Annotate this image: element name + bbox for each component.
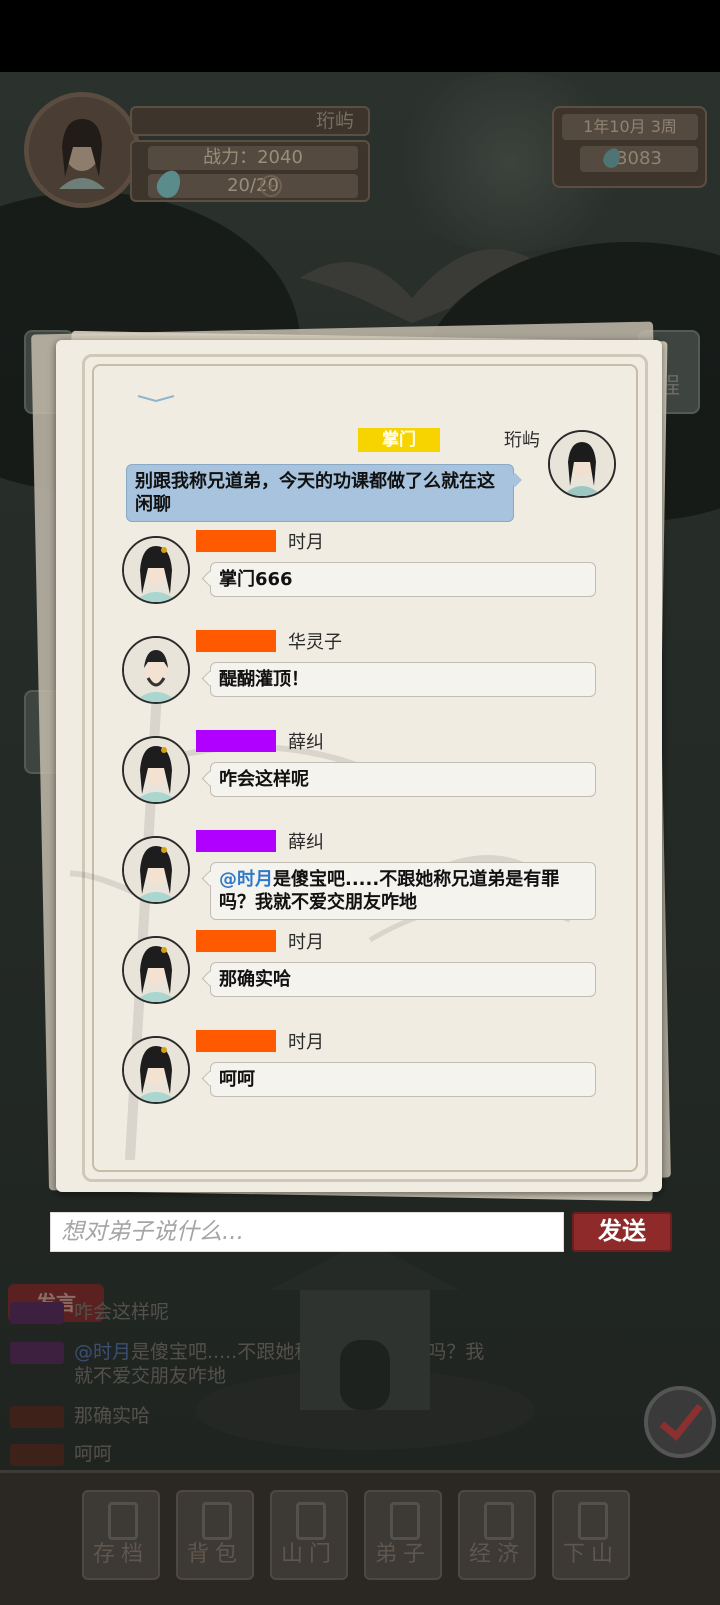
confirm-check-button[interactable] <box>644 1386 716 1458</box>
message-text: 那确实哈 <box>219 969 291 990</box>
sender-name: 薛纠 <box>288 732 324 753</box>
sender-avatar[interactable] <box>122 536 190 604</box>
chat-input[interactable] <box>50 1212 564 1252</box>
nav-disciples-button[interactable]: 弟子 <box>364 1490 442 1580</box>
gate-icon <box>296 1502 326 1540</box>
message-bubble: @时月是傻宝吧.....不跟她称兄道弟是有罪吗？我就不爱交朋友咋地 <box>210 862 596 920</box>
nav-gate-button[interactable]: 山门 <box>270 1490 348 1580</box>
sender-rank-tag <box>196 1030 276 1052</box>
currency-value: 3083 <box>580 146 698 172</box>
message-bubble: 那确实哈 <box>210 962 596 997</box>
nav-descend-button[interactable]: 下山 <box>552 1490 630 1580</box>
sender-rank-tag <box>196 830 276 852</box>
nav-label: 背包 <box>186 1542 243 1567</box>
sender-name: 时月 <box>288 532 324 553</box>
sender-name: 时月 <box>288 932 324 953</box>
status-bar <box>0 0 720 72</box>
save-icon <box>108 1502 138 1540</box>
sender-name: 时月 <box>288 1032 324 1053</box>
power-value: 战力：2040 <box>148 146 358 170</box>
message-bubble: 醍醐灌顶！ <box>210 662 596 697</box>
sender-rank-tag <box>196 630 276 652</box>
master-rank-badge: 掌门 <box>358 428 440 452</box>
sender-rank-tag <box>196 530 276 552</box>
sender-name: 珩屿 <box>504 430 540 451</box>
nav-label: 经济 <box>468 1542 525 1567</box>
message-text: 醍醐灌顶！ <box>219 669 309 690</box>
message-text: 咋会这样呢 <box>219 769 309 790</box>
disciple-icon <box>390 1502 420 1540</box>
sender-avatar[interactable] <box>122 836 190 904</box>
player-name: 珩屿 <box>130 106 370 136</box>
temple-gate-icon <box>195 1240 535 1450</box>
sender-rank-tag <box>196 930 276 952</box>
message-text: 呵呵 <box>219 1069 255 1090</box>
nav-label: 弟子 <box>374 1542 431 1567</box>
message-bubble: 咋会这样呢 <box>210 762 596 797</box>
self-message-bubble: 别跟我称兄道弟，今天的功课都做了么就在这闲聊 <box>126 464 514 522</box>
sender-name: 华灵子 <box>288 632 342 653</box>
send-button[interactable]: 发送 <box>572 1212 672 1252</box>
eagle-emblem-icon <box>300 249 530 323</box>
self-avatar[interactable] <box>548 430 616 498</box>
game-date: 1年10月 3周 <box>562 114 698 140</box>
player-avatar[interactable] <box>24 92 140 208</box>
nav-label: 下山 <box>562 1542 619 1567</box>
scroll-indicator-icon <box>137 395 175 402</box>
sender-avatar[interactable] <box>122 736 190 804</box>
add-stamina-icon[interactable]: + <box>260 175 282 197</box>
message-bubble: 掌门666 <box>210 562 596 597</box>
sender-avatar[interactable] <box>122 1036 190 1104</box>
nav-save-button[interactable]: 存档 <box>82 1490 160 1580</box>
nav-label: 存档 <box>92 1542 149 1567</box>
economy-icon <box>484 1502 514 1540</box>
nav-label: 山门 <box>280 1542 337 1567</box>
sender-avatar[interactable] <box>122 636 190 704</box>
message-bubble: 呵呵 <box>210 1062 596 1097</box>
mountain-icon <box>578 1502 608 1540</box>
nav-bag-button[interactable]: 背包 <box>176 1490 254 1580</box>
bag-icon <box>202 1502 232 1540</box>
sender-avatar[interactable] <box>122 936 190 1004</box>
mention-link[interactable]: @时月 <box>219 869 273 890</box>
sender-rank-tag <box>196 730 276 752</box>
message-text: 掌门666 <box>219 569 293 590</box>
sender-name: 薛纠 <box>288 832 324 853</box>
nav-economy-button[interactable]: 经济 <box>458 1490 536 1580</box>
